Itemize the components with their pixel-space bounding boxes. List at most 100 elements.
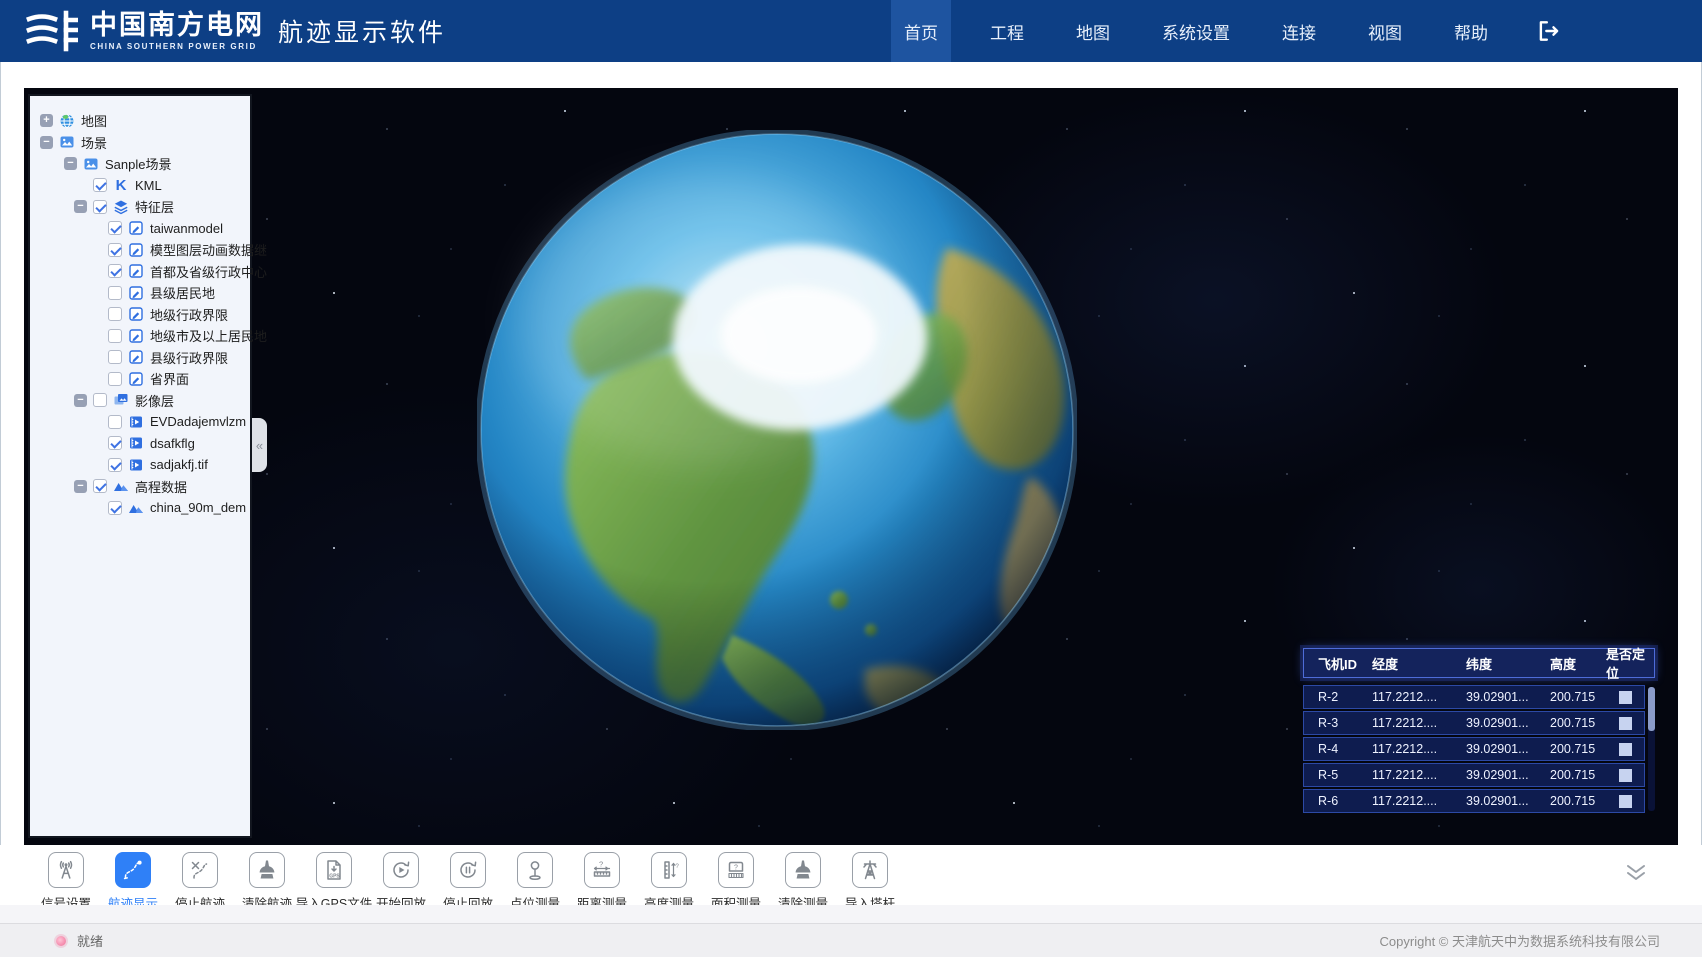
tree-item-elevation-data[interactable]: 高程数据: [30, 476, 250, 498]
layer-checkbox[interactable]: [93, 393, 107, 407]
layer-checkbox[interactable]: [108, 350, 122, 364]
toolbar-button-clear-track[interactable]: 清除航迹: [239, 852, 295, 912]
sidebar-collapse-button[interactable]: «: [252, 418, 267, 472]
tree-item-taiwanmodel[interactable]: taiwanmodel: [30, 218, 250, 240]
tree-item-model-anim[interactable]: 模型图层动画数据继: [30, 239, 250, 261]
layer-checkbox[interactable]: [108, 372, 122, 386]
layer-checkbox[interactable]: [108, 329, 122, 343]
expander-plus-icon[interactable]: [40, 114, 53, 127]
tree-item-kml[interactable]: K KML: [30, 175, 250, 197]
locate-checkbox[interactable]: [1619, 743, 1632, 756]
layer-checkbox[interactable]: [108, 415, 122, 429]
tree-item-county-boundary[interactable]: 县级行政界限: [30, 347, 250, 369]
expander-minus-icon[interactable]: [74, 200, 87, 213]
toolbar-button-track-display[interactable]: 航迹显示: [105, 852, 161, 912]
layer-checkbox[interactable]: [108, 436, 122, 450]
tree-item-city-residential[interactable]: 地级市及以上居民地: [30, 325, 250, 347]
cell-longitude: 117.2212....: [1372, 716, 1466, 730]
cell-latitude: 39.02901...: [1466, 742, 1550, 756]
toolbar-button-stop-track[interactable]: 停止航迹: [172, 852, 228, 912]
col-header-located: 是否定位: [1606, 644, 1654, 682]
tree-item-label: 影像层: [135, 391, 174, 410]
nav-item-connect[interactable]: 连接: [1269, 0, 1329, 62]
toolbar-button-distance-measure[interactable]: 距离测量: [574, 852, 630, 912]
feature-icon: [128, 371, 144, 387]
layer-checkbox[interactable]: [93, 178, 107, 192]
layer-checkbox[interactable]: [108, 243, 122, 257]
toolbar-button-area-measure[interactable]: 面积测量: [708, 852, 764, 912]
locate-checkbox[interactable]: [1619, 795, 1632, 808]
locate-checkbox[interactable]: [1619, 769, 1632, 782]
toolbar-button-point-measure[interactable]: 点位测量: [507, 852, 563, 912]
expander-minus-icon[interactable]: [74, 480, 87, 493]
scrollbar-thumb[interactable]: [1648, 687, 1655, 731]
locate-checkbox[interactable]: [1619, 691, 1632, 704]
tree-item-province-surface[interactable]: 省界面: [30, 368, 250, 390]
tree-item-label: 县级行政界限: [150, 348, 228, 367]
layer-checkbox[interactable]: [108, 286, 122, 300]
tree-item-sample-scene[interactable]: Sanple场景: [30, 153, 250, 175]
tree-item-prefecture-boundary[interactable]: 地级行政界限: [30, 304, 250, 326]
feature-icon: [128, 285, 144, 301]
layer-checkbox[interactable]: [108, 307, 122, 321]
table-row[interactable]: R-4 117.2212.... 39.02901... 200.715: [1303, 737, 1645, 761]
track-display-icon: [115, 852, 151, 888]
map-viewport[interactable]: 地图 场景 Sanple场景 K KML 特征层 taiwanmodel: [24, 88, 1678, 845]
tree-item-capitals[interactable]: 首都及省级行政中心: [30, 261, 250, 283]
tree-item-label: 县级居民地: [150, 283, 215, 302]
expander-minus-icon[interactable]: [40, 136, 53, 149]
toolbar-button-start-playback[interactable]: 开始回放: [373, 852, 429, 912]
nav-item-map[interactable]: 地图: [1063, 0, 1123, 62]
tree-item-label: KML: [135, 178, 162, 193]
tree-item-label: 特征层: [135, 197, 174, 216]
layer-checkbox[interactable]: [108, 221, 122, 235]
import-tower-icon: [852, 852, 888, 888]
logout-button[interactable]: [1536, 0, 1562, 62]
tree-item-sadjakfj-tif[interactable]: sadjakfj.tif: [30, 454, 250, 476]
layer-checkbox[interactable]: [93, 479, 107, 493]
tree-item-county-residential[interactable]: 县级居民地: [30, 282, 250, 304]
nav-item-system-settings[interactable]: 系统设置: [1149, 0, 1243, 62]
layers-icon: [113, 199, 129, 215]
tree-item-imagery-layer[interactable]: 影像层: [30, 390, 250, 412]
table-row[interactable]: R-6 117.2212.... 39.02901... 200.715: [1303, 789, 1645, 813]
raster-icon: [128, 414, 144, 430]
nav-item-help[interactable]: 帮助: [1441, 0, 1501, 62]
toolbar-button-stop-playback[interactable]: 停止回放: [440, 852, 496, 912]
tree-item-china-90m-dem[interactable]: china_90m_dem: [30, 497, 250, 519]
tree-item-label: 模型图层动画数据继: [150, 240, 267, 259]
toolbar-button-clear-measure[interactable]: 清除测量: [775, 852, 831, 912]
scene-icon: [83, 156, 99, 172]
layer-checkbox[interactable]: [108, 501, 122, 515]
toolbar-button-import-tower[interactable]: 导入塔杆: [842, 852, 898, 912]
layer-checkbox[interactable]: [108, 458, 122, 472]
toolbar-button-signal-settings[interactable]: 信号设置: [38, 852, 94, 912]
cell-longitude: 117.2212....: [1372, 742, 1466, 756]
layer-checkbox[interactable]: [93, 200, 107, 214]
toolbar-button-import-gps[interactable]: 导入GPS文件: [306, 852, 362, 912]
tree-item-evdadajemvlzm[interactable]: EVDadajemvlzm: [30, 411, 250, 433]
height-measure-icon: [651, 852, 687, 888]
nav-item-project[interactable]: 工程: [977, 0, 1037, 62]
layer-checkbox[interactable]: [108, 264, 122, 278]
expander-minus-icon[interactable]: [64, 157, 77, 170]
nav-item-view[interactable]: 视图: [1355, 0, 1415, 62]
tree-item-map[interactable]: 地图: [30, 110, 250, 132]
expander-minus-icon[interactable]: [74, 394, 87, 407]
table-row[interactable]: R-2 117.2212.... 39.02901... 200.715: [1303, 685, 1645, 709]
tree-item-dsafkflg[interactable]: dsafkflg: [30, 433, 250, 455]
tree-item-scene[interactable]: 场景: [30, 132, 250, 154]
table-row[interactable]: R-5 117.2212.... 39.02901... 200.715: [1303, 763, 1645, 787]
toolbar-collapse-button[interactable]: [1622, 862, 1650, 884]
tree-item-feature-layer[interactable]: 特征层: [30, 196, 250, 218]
table-scrollbar[interactable]: [1648, 687, 1655, 811]
table-row[interactable]: R-3 117.2212.... 39.02901... 200.715: [1303, 711, 1645, 735]
distance-measure-icon: [584, 852, 620, 888]
nav-item-home[interactable]: 首页: [891, 0, 951, 62]
area-measure-icon: [718, 852, 754, 888]
start-playback-icon: [383, 852, 419, 888]
tree-item-label: Sanple场景: [105, 154, 171, 173]
locate-checkbox[interactable]: [1619, 717, 1632, 730]
earth-globe[interactable]: [477, 130, 1077, 730]
toolbar-button-height-measure[interactable]: 高度测量: [641, 852, 697, 912]
